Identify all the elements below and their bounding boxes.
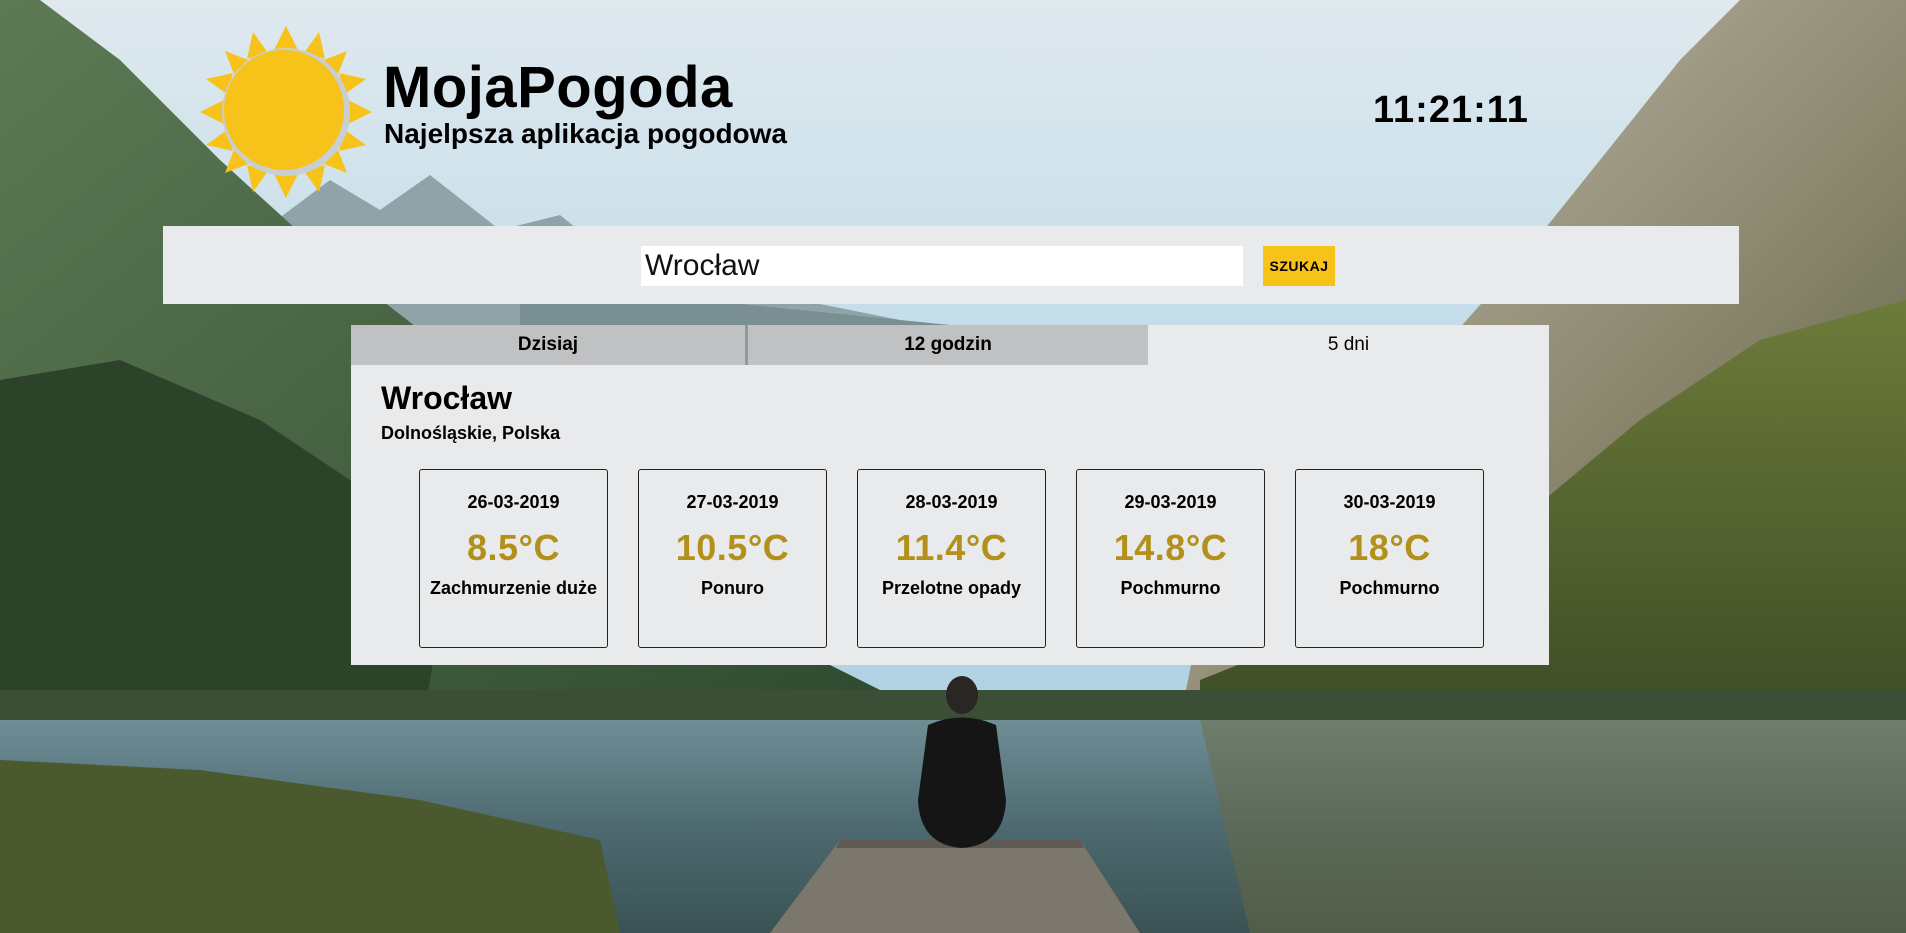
- tab-bar: Dzisiaj 12 godzin 5 dni: [351, 325, 1549, 365]
- tab-today[interactable]: Dzisiaj: [351, 325, 748, 365]
- forecast-description: Pochmurno: [1339, 578, 1440, 598]
- sun-logo-icon: [200, 26, 372, 198]
- forecast-temperature: 8.5°C: [467, 527, 560, 568]
- forecast-date: 26-03-2019: [467, 492, 560, 512]
- forecast-date: 29-03-2019: [1124, 492, 1217, 512]
- city-name: Wrocław: [381, 380, 512, 416]
- forecast-description: Pochmurno: [1120, 578, 1221, 598]
- forecast-day-card: 27-03-2019 10.5°C Ponuro: [638, 469, 827, 648]
- search-input[interactable]: [641, 246, 1243, 286]
- clock: 11:21:11: [1373, 89, 1529, 131]
- search-button[interactable]: SZUKAJ: [1263, 246, 1335, 286]
- tab-5-days[interactable]: 5 dni: [1148, 325, 1549, 365]
- forecast-day-card: 29-03-2019 14.8°C Pochmurno: [1076, 469, 1265, 648]
- forecast-temperature: 11.4°C: [895, 527, 1008, 568]
- app-subtitle: Najelpsza aplikacja pogodowa: [384, 118, 788, 149]
- region-name: Dolnośląskie, Polska: [381, 423, 561, 443]
- forecast-panel: Dzisiaj 12 godzin 5 dni Wrocław Dolnoślą…: [351, 325, 1549, 665]
- forecast-day-card: 28-03-2019 11.4°C Przelotne opady: [857, 469, 1046, 648]
- forecast-temperature: 10.5°C: [675, 527, 790, 568]
- forecast-day-card: 30-03-2019 18°C Pochmurno: [1295, 469, 1484, 648]
- forecast-temperature: 18°C: [1348, 527, 1431, 568]
- forecast-description: Zachmurzenie duże: [429, 578, 598, 598]
- search-bar: SZUKAJ: [163, 226, 1739, 304]
- forecast-date: 30-03-2019: [1343, 492, 1436, 512]
- forecast-temperature: 14.8°C: [1113, 527, 1228, 568]
- forecast-date: 28-03-2019: [905, 492, 998, 512]
- forecast-description: Ponuro: [701, 578, 764, 598]
- forecast-date: 27-03-2019: [686, 492, 779, 512]
- tab-12-hours[interactable]: 12 godzin: [748, 325, 1148, 365]
- forecast-description: Przelotne opady: [881, 578, 1022, 598]
- app-page: MojaPogoda Najelpsza aplikacja pogodowa …: [0, 0, 1906, 933]
- app-title: MojaPogoda: [383, 55, 733, 120]
- forecast-days: 26-03-2019 8.5°C Zachmurzenie duże 27-03…: [419, 469, 1484, 648]
- forecast-day-card: 26-03-2019 8.5°C Zachmurzenie duże: [419, 469, 608, 648]
